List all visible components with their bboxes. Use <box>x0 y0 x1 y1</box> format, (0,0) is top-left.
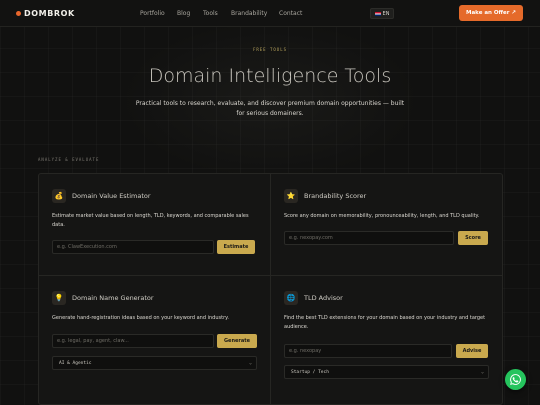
tool-title: Domain Value Estimator <box>72 192 151 200</box>
tool-description: Estimate market value based on length, T… <box>52 213 249 228</box>
money-bag-icon: 💰 <box>52 189 66 203</box>
value-domain-input[interactable] <box>52 240 214 254</box>
tool-description: Score any domain on memorability, pronou… <box>284 213 480 219</box>
industry-select[interactable]: AI & Agentic ⌄ <box>52 356 257 370</box>
tool-card-name-generator: 💡 Domain Name Generator Generate hand-re… <box>52 291 258 323</box>
tld-advisor-form: Advise <box>284 344 488 358</box>
lightbulb-icon: 💡 <box>52 291 66 305</box>
nav-link-portfolio[interactable]: Portfolio <box>140 10 165 17</box>
brandability-form: Score <box>284 231 488 245</box>
audience-select[interactable]: Startup / Tech ⌄ <box>284 365 489 379</box>
tool-title: Domain Name Generator <box>72 294 154 302</box>
tool-description: Find the best TLD extensions for your do… <box>284 315 486 330</box>
panel-divider-horizontal <box>38 275 503 276</box>
nav-link-blog[interactable]: Blog <box>177 10 190 17</box>
chevron-down-icon: ⌄ <box>480 369 484 375</box>
value-estimator-form: Estimate <box>52 240 255 254</box>
make-offer-button[interactable]: Make an Offer ↗ <box>459 5 523 21</box>
uk-flag-icon <box>374 11 381 16</box>
tool-description: Generate hand-registration ideas based o… <box>52 315 229 321</box>
page-title: Domain Intelligence Tools <box>148 65 392 87</box>
advise-button[interactable]: Advise <box>456 344 488 358</box>
logo-dot-icon <box>16 11 21 16</box>
tool-card-tld-advisor: 🌐 TLD Advisor Find the best TLD extensio… <box>284 291 489 332</box>
panel-divider-vertical <box>270 173 271 405</box>
generate-button[interactable]: Generate <box>217 334 257 348</box>
logo-text: DOMBROK <box>24 9 75 18</box>
whatsapp-icon <box>510 374 521 385</box>
nav-link-tools[interactable]: Tools <box>203 10 218 17</box>
name-generator-form: Generate <box>52 334 257 348</box>
nav-link-contact[interactable]: Contact <box>279 10 302 17</box>
globe-icon: 🌐 <box>284 291 298 305</box>
tool-title: Brandability Scorer <box>304 192 367 200</box>
language-label: EN <box>382 10 390 17</box>
tld-domain-input[interactable] <box>284 344 452 358</box>
star-icon: ⭐ <box>284 189 298 203</box>
language-selector[interactable]: EN <box>370 8 394 19</box>
select-value: AI & Agentic <box>59 360 92 366</box>
tool-card-brandability-scorer: ⭐ Brandability Scorer Score any domain o… <box>284 189 489 221</box>
whatsapp-chat-button[interactable] <box>505 369 526 390</box>
tool-card-value-estimator: 💰 Domain Value Estimator Estimate market… <box>52 189 258 230</box>
brand-domain-input[interactable] <box>284 231 454 245</box>
select-value: Startup / Tech <box>291 369 329 375</box>
estimate-button[interactable]: Estimate <box>217 240 255 254</box>
keyword-input[interactable] <box>52 334 214 348</box>
section-label: ANALYZE & EVALUATE <box>38 157 100 162</box>
tool-title: TLD Advisor <box>304 294 343 302</box>
hero-eyebrow: FREE TOOLS <box>252 47 288 52</box>
nav-link-brandability[interactable]: Brandability <box>231 10 267 17</box>
score-button[interactable]: Score <box>458 231 488 245</box>
logo[interactable]: DOMBROK <box>16 9 75 18</box>
hero-subtitle: Practical tools to research, evaluate, a… <box>135 100 405 117</box>
top-nav: DOMBROK Portfolio Blog Tools Brandabilit… <box>0 0 540 27</box>
chevron-down-icon: ⌄ <box>248 360 252 366</box>
